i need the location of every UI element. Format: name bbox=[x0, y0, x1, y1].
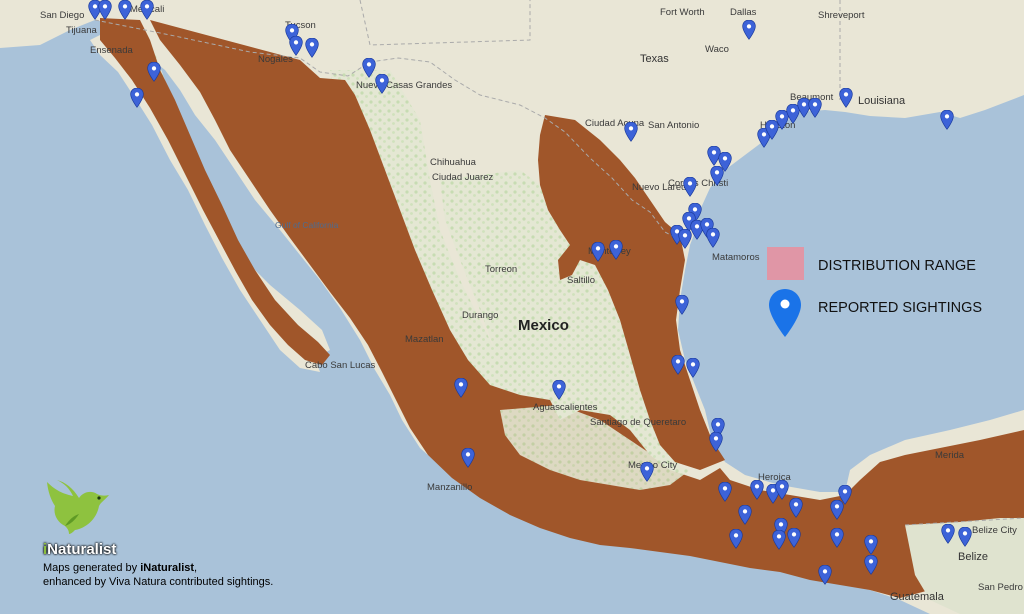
svg-text:Cabo San Lucas: Cabo San Lucas bbox=[305, 360, 375, 371]
legend-range-label: DISTRIBUTION RANGE bbox=[818, 258, 976, 274]
svg-text:Fort Worth: Fort Worth bbox=[660, 7, 705, 18]
svg-text:Chihuahua: Chihuahua bbox=[430, 157, 477, 168]
svg-text:Belize City: Belize City bbox=[972, 525, 1017, 536]
svg-text:Tijuana: Tijuana bbox=[66, 25, 98, 36]
svg-text:Aguascalientes: Aguascalientes bbox=[533, 402, 598, 413]
svg-text:Dallas: Dallas bbox=[730, 7, 757, 18]
svg-text:Santiago de Queretaro: Santiago de Queretaro bbox=[590, 417, 686, 428]
svg-text:San Pedro Sula: San Pedro Sula bbox=[978, 582, 1024, 593]
svg-text:Louisiana: Louisiana bbox=[858, 95, 906, 107]
svg-text:Gulf of California: Gulf of California bbox=[275, 220, 339, 230]
inaturalist-bird-logo-icon bbox=[47, 480, 109, 534]
inaturalist-brand[interactable]: iNaturalist bbox=[43, 541, 363, 558]
svg-text:Waco: Waco bbox=[705, 44, 729, 55]
svg-text:Nuevo Laredo: Nuevo Laredo bbox=[632, 182, 692, 193]
svg-text:Saltillo: Saltillo bbox=[567, 275, 595, 286]
water-labels: Gulf of California bbox=[275, 220, 339, 230]
svg-text:San Antonio: San Antonio bbox=[648, 120, 699, 131]
svg-text:Nuevo Casas Grandes: Nuevo Casas Grandes bbox=[356, 80, 452, 91]
credit-brand-link[interactable]: iNaturalist bbox=[140, 562, 194, 574]
legend-sightings-label: REPORTED SIGHTINGS bbox=[818, 300, 982, 316]
svg-text:Nogales: Nogales bbox=[258, 54, 293, 65]
svg-text:Matamoros: Matamoros bbox=[712, 252, 760, 263]
label-mexico: Mexico bbox=[518, 317, 569, 334]
credit-note: Maps generated by iNaturalist, enhanced … bbox=[43, 562, 274, 588]
svg-text:Durango: Durango bbox=[462, 310, 498, 321]
svg-text:Texas: Texas bbox=[640, 53, 669, 65]
credit-block: iNaturalist Maps generated by iNaturalis… bbox=[43, 476, 363, 589]
svg-text:Torreon: Torreon bbox=[485, 264, 517, 275]
svg-text:San Diego: San Diego bbox=[40, 10, 84, 21]
svg-text:Mazatlan: Mazatlan bbox=[405, 334, 444, 345]
svg-text:Manzanillo: Manzanillo bbox=[427, 482, 472, 493]
svg-text:Ensenada: Ensenada bbox=[90, 45, 134, 56]
svg-text:Ciudad Juarez: Ciudad Juarez bbox=[432, 172, 494, 183]
svg-text:Belize: Belize bbox=[958, 551, 988, 563]
legend-range-swatch bbox=[767, 247, 804, 280]
country-label: Mexico bbox=[518, 317, 569, 334]
svg-text:Shreveport: Shreveport bbox=[818, 10, 865, 21]
svg-text:Guatemala: Guatemala bbox=[890, 591, 945, 603]
svg-text:Merida: Merida bbox=[935, 450, 965, 461]
